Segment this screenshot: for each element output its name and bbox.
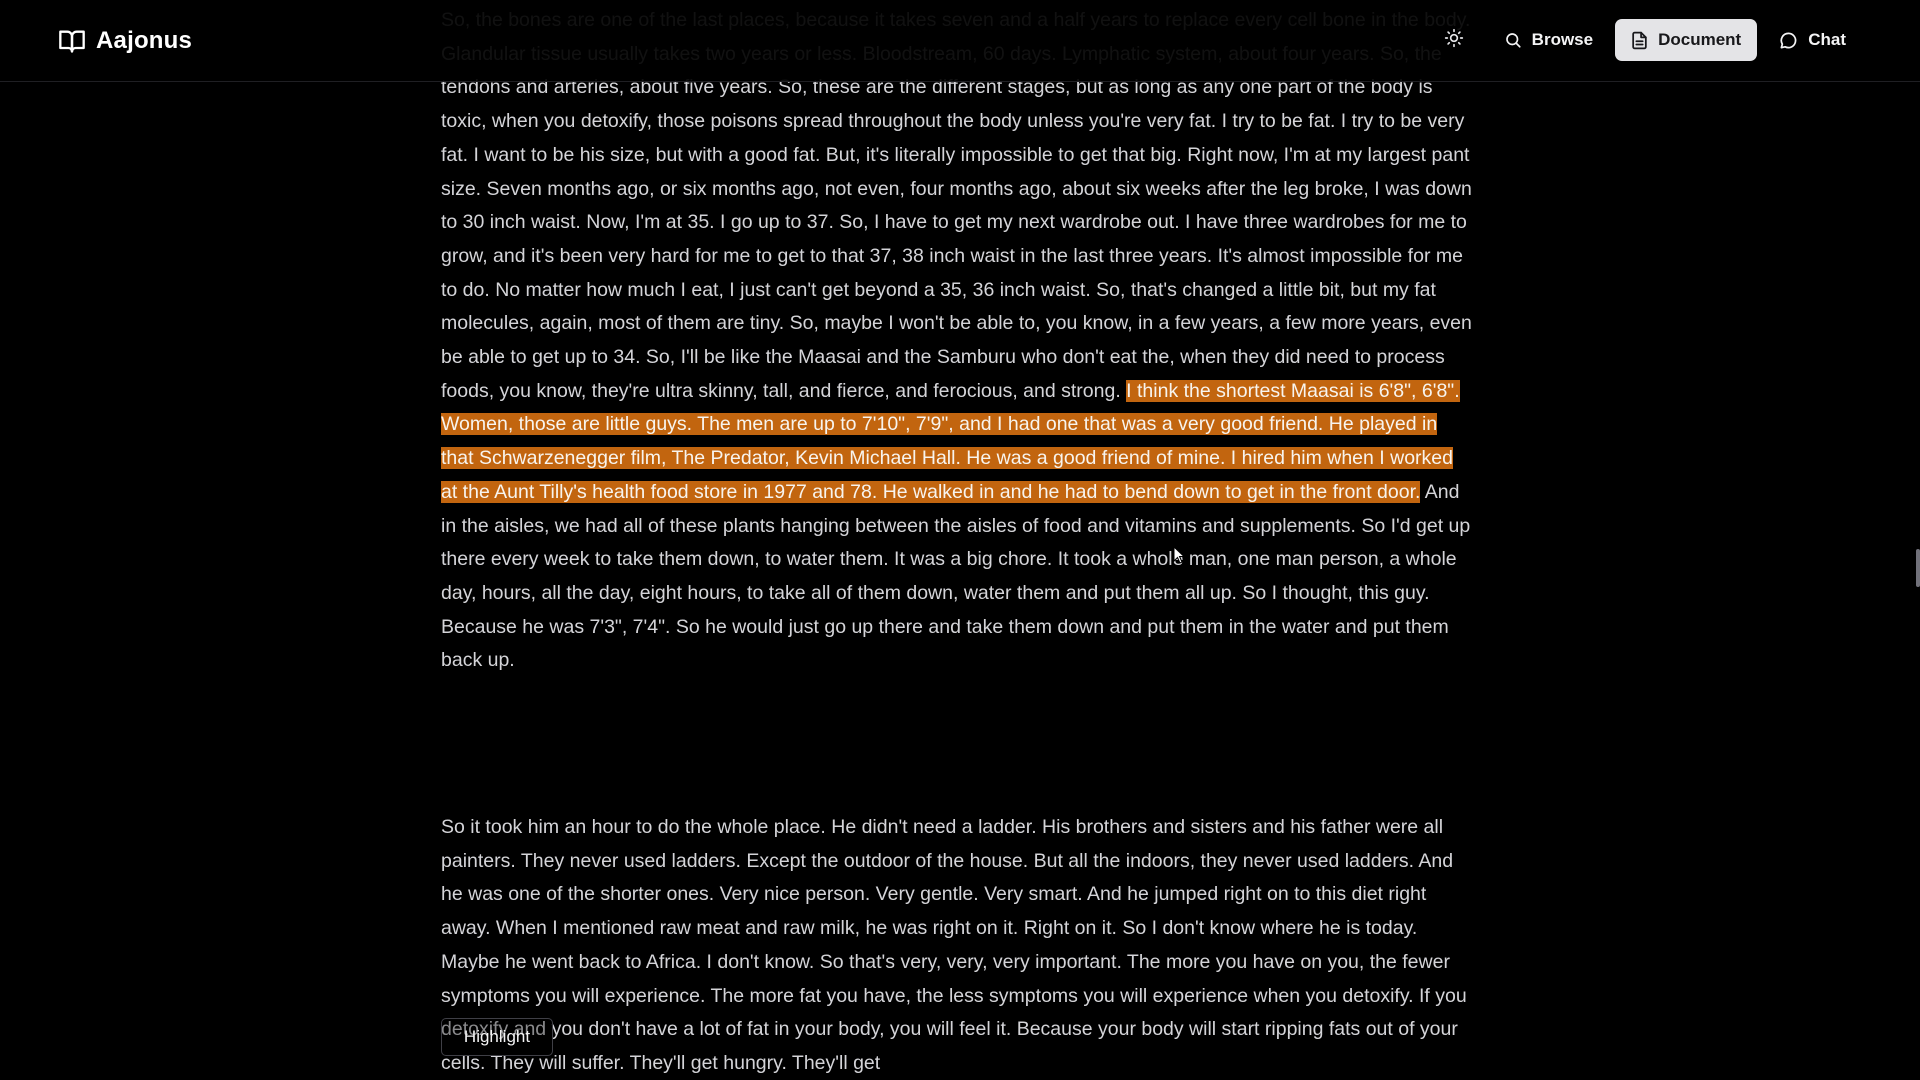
nav-chat-button[interactable]: Chat	[1763, 19, 1862, 61]
search-icon	[1504, 31, 1522, 49]
nav-document-label: Document	[1658, 30, 1742, 49]
text-cursor-icon	[1173, 545, 1186, 571]
top-nav: Browse Document Chat	[1432, 19, 1862, 61]
nav-browse-label: Browse	[1531, 30, 1594, 49]
nav-browse-button[interactable]: Browse	[1488, 19, 1609, 61]
nav-chat-label: Chat	[1808, 30, 1846, 49]
app-page: So, the bones are one of the last places…	[0, 0, 1920, 1080]
theme-toggle-button[interactable]	[1432, 19, 1476, 61]
highlight-button[interactable]: Highlight	[441, 1018, 553, 1056]
brand-logo[interactable]: Aajonus	[58, 24, 192, 58]
top-header: Aajonus Browse Document Chat	[0, 0, 1920, 82]
scrollbar-thumb[interactable]	[1916, 549, 1920, 587]
document-icon	[1631, 31, 1648, 50]
document-paragraph: So it took him an hour to do the whole p…	[441, 816, 1467, 1074]
open-book-icon	[58, 28, 86, 54]
app-name: Aajonus	[96, 27, 193, 54]
paragraph-text: And in the aisles, we had all of these p…	[441, 480, 1471, 672]
chat-bubble-icon	[1779, 31, 1798, 50]
nav-document-button[interactable]: Document	[1615, 19, 1758, 61]
document-paragraph: So, the bones are one of the last places…	[441, 4, 1473, 678]
sun-icon	[1444, 28, 1464, 53]
